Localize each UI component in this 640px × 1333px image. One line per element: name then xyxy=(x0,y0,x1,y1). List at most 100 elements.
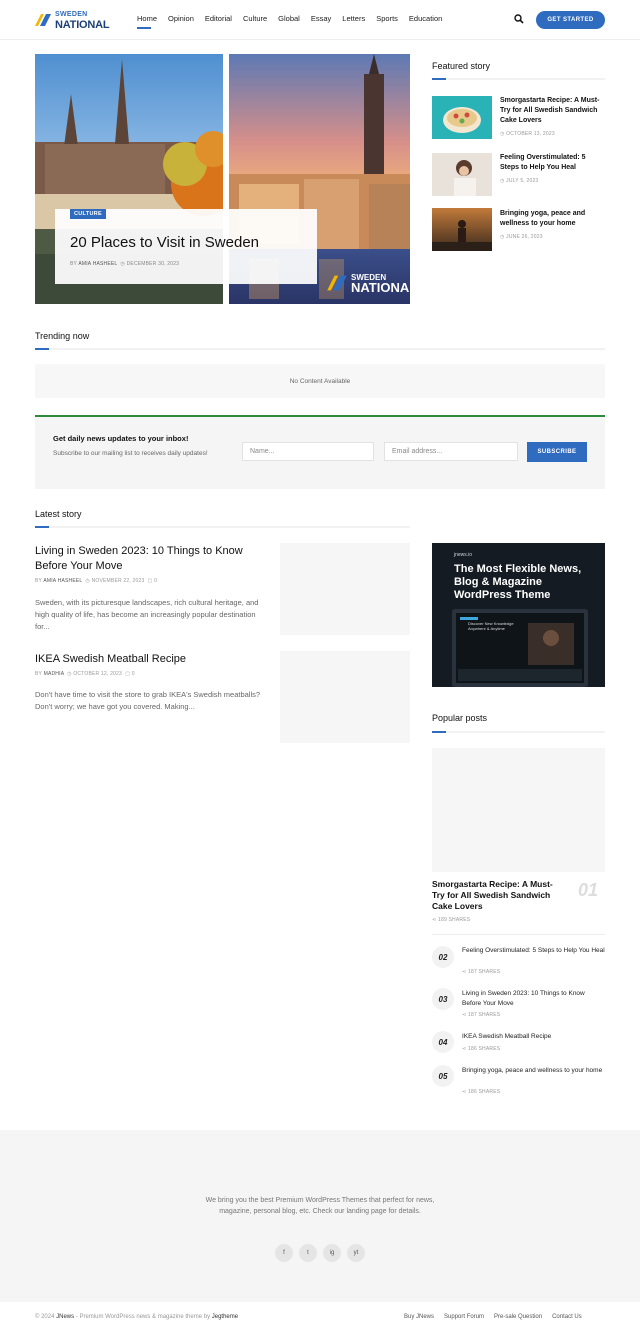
hero-title[interactable]: 20 Places to Visit in Sweden xyxy=(70,234,259,251)
footer-link-support[interactable]: Support Forum xyxy=(444,1314,484,1320)
clock-icon: ◷ xyxy=(67,671,72,677)
latest-section-title: Latest story xyxy=(35,509,82,519)
featured-title-2[interactable]: Feeling Overstimulated: 5 Steps to Help … xyxy=(500,153,600,173)
featured-image-2[interactable] xyxy=(432,153,492,196)
clock-icon: ◷ xyxy=(120,261,125,267)
site-logo[interactable]: SWEDEN NATIONAL xyxy=(34,9,126,30)
featured-image-3[interactable] xyxy=(432,208,492,251)
clock-icon: ◷ xyxy=(85,578,90,584)
copyright-author-link[interactable]: Jegtheme xyxy=(212,1314,238,1320)
newsletter-email-input[interactable]: Email address... xyxy=(384,442,518,461)
nav-culture[interactable]: Culture xyxy=(243,14,267,23)
ad-title: The Most Flexible News, Blog & Magazine … xyxy=(454,563,582,601)
trending-section-underline xyxy=(35,348,605,350)
subscribe-button[interactable]: SUBSCRIBE xyxy=(527,442,587,462)
nav-letters[interactable]: Letters xyxy=(342,14,365,23)
ad-brand-text: jnews.io xyxy=(454,552,473,558)
trending-section-title: Trending now xyxy=(35,331,90,341)
ad-screen-headline: Discover New Knowledge Anywhere & Anytim… xyxy=(468,621,514,631)
newsletter-title: Get daily news updates to your inbox! xyxy=(53,434,189,443)
logo-mark-icon xyxy=(35,13,51,26)
latest-section-underline xyxy=(35,526,410,528)
copyright-text: © 2024 JNews - Premium WordPress news & … xyxy=(35,1314,239,1320)
popular-rank-2: 02 xyxy=(432,946,454,968)
popular-title-4[interactable]: IKEA Swedish Meatball Recipe xyxy=(462,1032,605,1042)
share-icon: ⋖ xyxy=(462,969,467,975)
latest-post-excerpt-1: Sweden, with its picturesque landscapes,… xyxy=(35,598,259,631)
share-icon: ⋖ xyxy=(462,1046,467,1052)
popular-rank-5: 05 xyxy=(432,1065,454,1087)
latest-post-excerpt-2: Don't have time to visit the store to gr… xyxy=(35,690,261,711)
latest-post-title-1[interactable]: Living in Sweden 2023: 10 Things to Know… xyxy=(35,544,265,574)
footer-link-buy[interactable]: Buy JNews xyxy=(404,1314,434,1320)
featured-section-underline xyxy=(432,78,605,80)
share-icon: ⋖ xyxy=(432,917,437,923)
popular-title-1[interactable]: Smorgastarta Recipe: A Must-Try for All … xyxy=(432,879,564,912)
featured-title-3[interactable]: Bringing yoga, peace and wellness to you… xyxy=(500,209,600,229)
featured-title-1[interactable]: Smorgastarta Recipe: A Must-Try for All … xyxy=(500,96,600,126)
nav-opinion[interactable]: Opinion xyxy=(168,14,194,23)
newsletter-name-input[interactable]: Name... xyxy=(242,442,374,461)
popular-shares-2: ⋖ 187 SHARES xyxy=(462,969,501,975)
main-nav: Home Opinion Editorial Culture Global Es… xyxy=(137,14,442,29)
footer-description: We bring you the best Premium WordPress … xyxy=(205,1197,435,1215)
latest-post-title-2[interactable]: IKEA Swedish Meatball Recipe xyxy=(35,652,265,667)
footer-link-presale[interactable]: Pre-sale Question xyxy=(494,1314,542,1320)
clock-icon: ◷ xyxy=(500,131,505,137)
copyright-brand-link[interactable]: JNews xyxy=(56,1314,74,1320)
logo-small-text: SWEDEN xyxy=(55,10,88,18)
nav-editorial[interactable]: Editorial xyxy=(205,14,232,23)
twitter-icon[interactable]: t xyxy=(299,1244,317,1262)
trending-empty-message: No Content Available xyxy=(35,364,605,398)
popular-rank-1: 01 xyxy=(578,880,599,900)
nav-home[interactable]: Home xyxy=(137,14,157,29)
featured-section-title: Featured story xyxy=(432,61,491,71)
popular-section-underline xyxy=(432,731,605,733)
nav-education[interactable]: Education xyxy=(409,14,442,23)
popular-section-title: Popular posts xyxy=(432,713,488,723)
popular-title-5[interactable]: Bringing yoga, peace and wellness to you… xyxy=(462,1066,605,1076)
watermark-logo-icon xyxy=(327,275,347,291)
popular-divider xyxy=(432,934,605,935)
clock-icon: ◷ xyxy=(500,178,505,184)
latest-post-meta-1: BY AMIA HASHEEL ◷ NOVEMBER 22, 2023 ▢ 0 xyxy=(35,578,158,584)
popular-shares-5: ⋖ 186 SHARES xyxy=(462,1089,501,1095)
popular-shares-1: ⋖ 189 SHARES xyxy=(432,917,471,923)
popular-title-3[interactable]: Living in Sweden 2023: 10 Things to Know… xyxy=(462,989,605,1009)
footer-links: Buy JNews Support Forum Pre-sale Questio… xyxy=(404,1314,582,1320)
instagram-icon[interactable]: ig xyxy=(323,1244,341,1262)
featured-date-3: ◷ JUNE 26, 2023 xyxy=(500,234,543,240)
hero-date: DECEMBER 30, 2023 xyxy=(126,261,180,267)
share-icon: ⋖ xyxy=(462,1012,467,1018)
comment-icon: ▢ xyxy=(125,671,131,677)
latest-post-meta-2: BY MADHIA ◷ OCTOBER 12, 2023 ▢ 0 xyxy=(35,671,135,677)
category-badge[interactable]: CULTURE xyxy=(70,209,106,219)
share-icon: ⋖ xyxy=(462,1089,467,1095)
popular-shares-4: ⋖ 186 SHARES xyxy=(462,1046,501,1052)
hero-author[interactable]: AMIA HASHEEL xyxy=(78,261,117,267)
popular-shares-3: ⋖ 187 SHARES xyxy=(462,1012,501,1018)
nav-sports[interactable]: Sports xyxy=(376,14,398,23)
hero-watermark-logo: SWEDEN NATIONAL xyxy=(326,272,417,294)
latest-post-thumb-1[interactable] xyxy=(280,543,410,635)
featured-date-2: ◷ JULY 5, 2023 xyxy=(500,178,539,184)
comment-icon: ▢ xyxy=(147,578,153,584)
featured-image-1[interactable] xyxy=(432,96,492,139)
facebook-icon[interactable]: f xyxy=(275,1244,293,1262)
clock-icon: ◷ xyxy=(500,234,505,240)
logo-big-text: NATIONAL xyxy=(55,18,110,31)
popular-image-1[interactable] xyxy=(432,748,605,872)
watermark-big-text: NATIONAL xyxy=(351,280,418,295)
get-started-button[interactable]: GET STARTED xyxy=(536,11,605,29)
featured-date-1: ◷ OCTOBER 13, 2023 xyxy=(500,131,555,137)
search-icon[interactable] xyxy=(514,14,524,24)
popular-rank-4: 04 xyxy=(432,1031,454,1053)
footer-link-contact[interactable]: Contact Us xyxy=(552,1314,582,1320)
youtube-icon[interactable]: yt xyxy=(347,1244,365,1262)
latest-post-thumb-2[interactable] xyxy=(280,651,410,743)
nav-global[interactable]: Global xyxy=(278,14,300,23)
newsletter-subtitle: Subscribe to our mailing list to receive… xyxy=(53,450,208,457)
popular-title-2[interactable]: Feeling Overstimulated: 5 Steps to Help … xyxy=(462,946,605,956)
hero-meta: BY AMIA HASHEEL ◷ DECEMBER 30, 2023 xyxy=(70,261,180,267)
nav-essay[interactable]: Essay xyxy=(311,14,331,23)
